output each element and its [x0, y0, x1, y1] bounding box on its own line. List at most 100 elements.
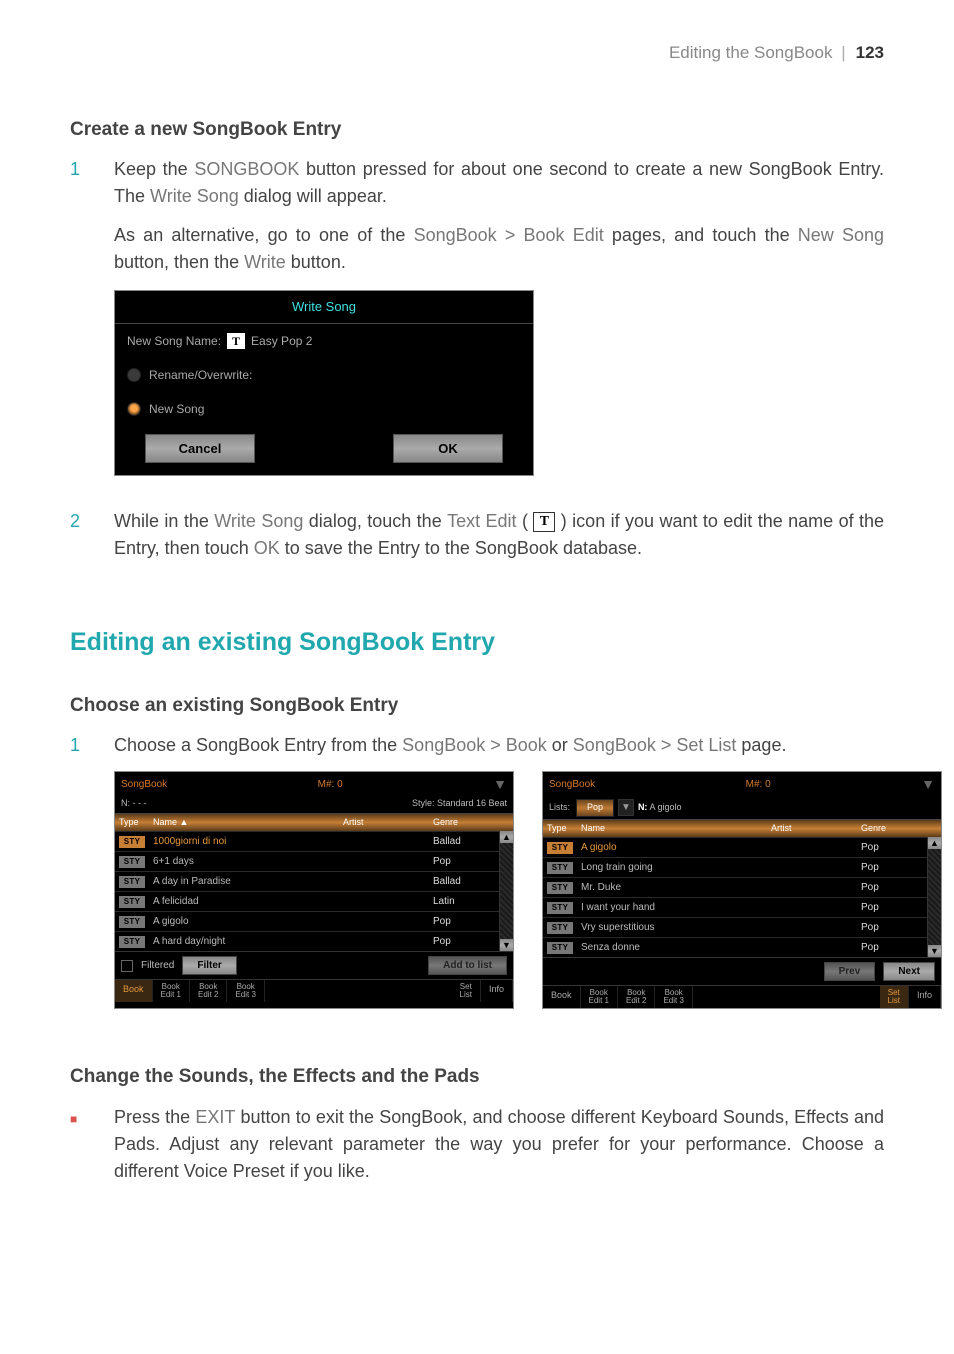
column-headers: Type Name Artist Genre	[543, 819, 941, 838]
tab-book-edit-2[interactable]: BookEdit 2	[618, 986, 655, 1008]
genre-cell: Pop	[857, 938, 927, 957]
scroll-up-icon[interactable]: ▲	[928, 837, 941, 849]
ok-button[interactable]: OK	[393, 434, 503, 464]
step-1-edit: 1 Choose a SongBook Entry from the SongB…	[70, 732, 884, 1045]
name-cell: Mr. Duke	[577, 878, 767, 897]
table-row[interactable]: STYA gigoloPop	[543, 837, 927, 857]
text: button.	[286, 252, 346, 272]
scroll-down-icon[interactable]: ▼	[500, 939, 513, 951]
filtered-checkbox[interactable]	[121, 960, 133, 972]
step-number: 2	[70, 508, 114, 574]
ui-term: OK	[254, 538, 280, 558]
sty-badge: STY	[119, 876, 145, 888]
table-row[interactable]: STY6+1 daysPop	[115, 851, 499, 871]
new-song-option[interactable]: New Song	[115, 392, 533, 426]
genre-cell: Pop	[429, 932, 499, 951]
n-field: N: - - -	[121, 797, 147, 811]
type-cell: STY	[543, 838, 577, 857]
type-cell: STY	[115, 832, 149, 851]
step-body: Choose a SongBook Entry from the SongBoo…	[114, 732, 942, 1045]
menu-dropdown-icon[interactable]: ▼	[493, 774, 507, 795]
genre-cell: Ballad	[429, 832, 499, 851]
scrollbar[interactable]: ▲ ▼	[499, 831, 513, 951]
rename-option[interactable]: Rename/Overwrite:	[115, 358, 533, 392]
tab-book-edit-2[interactable]: BookEdit 2	[190, 980, 227, 1002]
type-cell: STY	[115, 932, 149, 951]
table-row[interactable]: STYSenza donnePop	[543, 937, 927, 957]
col-genre[interactable]: Genre	[429, 814, 499, 832]
step-1-create: 1 Keep the SONGBOOK button pressed for a…	[70, 156, 884, 494]
column-headers: Type Name ▲ Artist Genre	[115, 813, 513, 832]
col-genre[interactable]: Genre	[857, 820, 927, 838]
col-name[interactable]: Name	[577, 820, 767, 838]
table-row[interactable]: STYA day in ParadiseBallad	[115, 871, 499, 891]
table-row[interactable]: STYMr. DukePop	[543, 877, 927, 897]
col-artist[interactable]: Artist	[339, 814, 429, 832]
text-edit-icon: T	[533, 512, 555, 532]
tab-book-edit-3[interactable]: BookEdit 3	[655, 986, 692, 1008]
artist-cell	[339, 920, 429, 924]
name-cell: Senza donne	[577, 938, 767, 957]
scroll-down-icon[interactable]: ▼	[928, 945, 941, 957]
filter-bar: Filtered Filter Add to list	[115, 951, 513, 979]
breadcrumb: Editing the SongBook	[669, 43, 833, 62]
chevron-down-icon[interactable]: ▼	[618, 799, 634, 816]
ui-term: SongBook > Book Edit	[414, 225, 604, 245]
tab-info[interactable]: Info	[909, 986, 941, 1008]
separator: |	[837, 43, 849, 62]
ui-term: New Song	[798, 225, 884, 245]
col-scrollbar-spacer	[499, 814, 513, 832]
col-type[interactable]: Type	[543, 820, 577, 838]
tab-book-edit-1[interactable]: BookEdit 1	[581, 986, 618, 1008]
artist-cell	[339, 940, 429, 944]
name-cell: I want your hand	[577, 898, 767, 917]
tab-label-line2: Edit 2	[198, 991, 218, 999]
dialog-title: Write Song	[115, 291, 533, 324]
tab-book-edit-3[interactable]: BookEdit 3	[227, 980, 264, 1002]
tab-label-line2: Edit 1	[161, 991, 181, 999]
text: As an alternative, go to one of the	[114, 225, 414, 245]
name-cell: A hard day/night	[149, 932, 339, 951]
tab-label-line2: List	[888, 997, 900, 1005]
text: (	[517, 511, 534, 531]
list-selector[interactable]: Pop	[576, 799, 614, 817]
text-edit-icon[interactable]: T	[227, 333, 245, 349]
tab-book-edit-1[interactable]: BookEdit 1	[153, 980, 190, 1002]
col-name[interactable]: Name ▲	[149, 814, 339, 832]
type-cell: STY	[115, 852, 149, 871]
list-rows-with-scroll: STY1000giorni di noiBalladSTY6+1 daysPop…	[115, 831, 513, 951]
n-value: A gigolo	[649, 801, 681, 815]
cancel-button[interactable]: Cancel	[145, 434, 255, 464]
tab-info[interactable]: Info	[481, 980, 513, 1002]
ui-term: SongBook > Book	[402, 735, 547, 755]
list-rows: STY1000giorni di noiBalladSTY6+1 daysPop…	[115, 831, 499, 951]
tab-book[interactable]: Book	[115, 980, 153, 1002]
tab-set-list[interactable]: SetList	[880, 986, 909, 1008]
table-row[interactable]: STYI want your handPop	[543, 897, 927, 917]
next-button[interactable]: Next	[883, 962, 935, 981]
prev-button[interactable]: Prev	[824, 962, 876, 981]
text: dialog, touch the	[303, 511, 447, 531]
tab-book[interactable]: Book	[543, 986, 581, 1008]
table-row[interactable]: STY A hard day/night Pop	[115, 931, 499, 951]
table-row[interactable]: STYVry superstitiousPop	[543, 917, 927, 937]
table-row[interactable]: STYA felicidadLatin	[115, 891, 499, 911]
add-to-list-button[interactable]: Add to list	[428, 956, 507, 975]
sty-badge: STY	[119, 936, 145, 948]
list-rows-with-scroll: STYA gigoloPopSTYLong train goingPopSTYM…	[543, 837, 941, 957]
menu-dropdown-icon[interactable]: ▼	[921, 774, 935, 795]
col-type[interactable]: Type	[115, 814, 149, 832]
radio-on-icon	[127, 402, 141, 416]
filter-button[interactable]: Filter	[182, 956, 236, 975]
scrollbar[interactable]: ▲ ▼	[927, 837, 941, 957]
tab-set-list[interactable]: SetList	[452, 980, 481, 1002]
scroll-up-icon[interactable]: ▲	[500, 831, 513, 843]
table-row[interactable]: STYA gigoloPop	[115, 911, 499, 931]
measure-counter: M#: 0	[318, 777, 343, 792]
name-cell: A felicidad	[149, 892, 339, 911]
measure-counter: M#: 0	[746, 777, 771, 792]
table-row[interactable]: STY1000giorni di noiBallad	[115, 831, 499, 851]
col-artist[interactable]: Artist	[767, 820, 857, 838]
table-row[interactable]: STYLong train goingPop	[543, 857, 927, 877]
sort-asc-icon: ▲	[180, 817, 189, 827]
